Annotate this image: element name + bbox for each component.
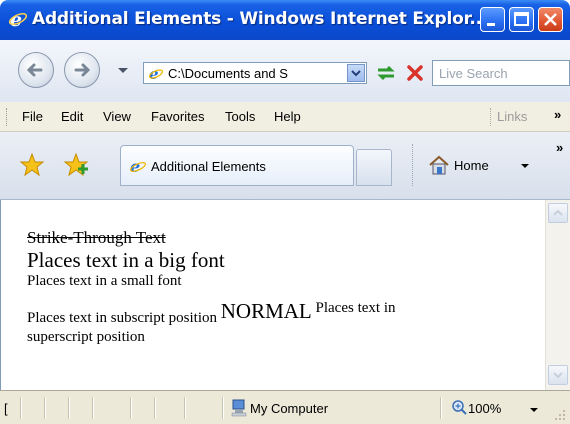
menu-view[interactable]: View [103, 109, 131, 124]
chevron-up-icon [553, 209, 563, 216]
minimize-icon [487, 23, 495, 26]
vertical-scrollbar[interactable] [545, 200, 570, 390]
recent-pages-dropdown[interactable] [118, 68, 128, 73]
svg-text:e: e [149, 65, 159, 81]
menu-favorites[interactable]: Favorites [151, 109, 204, 124]
status-separator [222, 397, 224, 419]
mixed-position-text: Places text in subscript position NORMAL… [27, 298, 537, 328]
menu-help[interactable]: Help [274, 109, 301, 124]
status-separator [184, 397, 186, 419]
maximize-icon [514, 12, 529, 26]
home-dropdown[interactable] [521, 164, 529, 168]
status-separator [44, 397, 46, 419]
ie-logo-icon: e [8, 9, 28, 29]
refresh-button[interactable] [374, 62, 398, 84]
back-arrow-icon [26, 63, 43, 77]
navigation-bar: e C:\Documents and S Live Search [0, 40, 570, 102]
chevron-down-icon [351, 70, 361, 77]
zoom-icon [452, 400, 467, 415]
close-icon [544, 13, 557, 26]
chevron-down-icon [553, 372, 563, 379]
strike-through-text: Strike-Through Text [27, 228, 166, 247]
toolbar-grip [412, 144, 413, 186]
superscript-text-continued: superscript position [27, 329, 145, 345]
status-separator [130, 397, 132, 419]
home-icon[interactable] [428, 154, 450, 176]
status-separator [440, 397, 442, 419]
address-dropdown-button[interactable] [347, 64, 365, 82]
search-placeholder: Live Search [439, 66, 508, 81]
tab-additional-elements[interactable]: e Additional Elements [120, 145, 354, 186]
home-button[interactable]: Home [454, 158, 489, 173]
ie-page-icon: e [130, 157, 146, 175]
big-text: Places text in a big font [27, 248, 225, 272]
close-button[interactable] [538, 7, 563, 32]
browser-window: e Additional Elements - Windows Internet… [0, 0, 570, 424]
scroll-up-button[interactable] [548, 203, 568, 223]
address-bar[interactable]: e C:\Documents and S [143, 62, 367, 84]
security-zone[interactable]: My Computer [250, 401, 328, 416]
small-text: Places text in a small font [27, 273, 182, 289]
computer-icon [231, 399, 247, 417]
zoom-dropdown[interactable] [530, 408, 538, 412]
forward-arrow-icon [74, 63, 91, 77]
window-title: Additional Elements - Windows Internet E… [32, 9, 489, 29]
links-overflow-icon[interactable]: » [554, 107, 561, 122]
favorites-star-icon[interactable] [19, 152, 45, 178]
add-favorite-icon[interactable] [63, 152, 91, 178]
tab-bar: e Additional Elements Home » [0, 132, 570, 200]
subscript-text: Places text in subscript position [27, 310, 217, 326]
status-separator [154, 397, 156, 419]
links-toolbar[interactable]: Links [497, 109, 527, 124]
tab-label: Additional Elements [151, 159, 266, 174]
menu-edit[interactable]: Edit [61, 109, 83, 124]
document-body: Strike-Through Text Places text in a big… [27, 228, 537, 346]
menu-tools[interactable]: Tools [225, 109, 255, 124]
stop-button[interactable] [404, 62, 426, 84]
ie-page-icon: e [148, 65, 164, 81]
scroll-down-button[interactable] [548, 365, 568, 385]
minimize-button[interactable] [480, 7, 505, 32]
status-separator [68, 397, 70, 419]
title-bar[interactable]: e Additional Elements - Windows Internet… [0, 0, 570, 40]
toolbar-overflow-icon[interactable]: » [556, 140, 563, 155]
zoom-level[interactable]: 100% [468, 401, 501, 416]
superscript-text: Places text in [315, 300, 396, 316]
new-tab-button[interactable] [356, 149, 392, 186]
status-separator [20, 397, 22, 419]
search-box[interactable]: Live Search [432, 60, 570, 86]
forward-button[interactable] [64, 52, 100, 88]
back-button[interactable] [18, 52, 54, 88]
menu-bar: File Edit View Favorites Tools Help Link… [0, 102, 570, 132]
address-text: C:\Documents and S [168, 66, 288, 81]
status-separator [92, 397, 94, 419]
menu-file[interactable]: File [22, 109, 43, 124]
links-grip [490, 108, 491, 126]
normal-text: NORMAL [220, 299, 312, 323]
resize-grip-icon[interactable] [554, 409, 566, 421]
menu-grip[interactable] [6, 108, 9, 126]
svg-text:e: e [130, 157, 140, 175]
maximize-button[interactable] [509, 7, 534, 32]
status-bar: [ My Computer 100% [0, 390, 570, 424]
status-text: [ [4, 401, 8, 416]
